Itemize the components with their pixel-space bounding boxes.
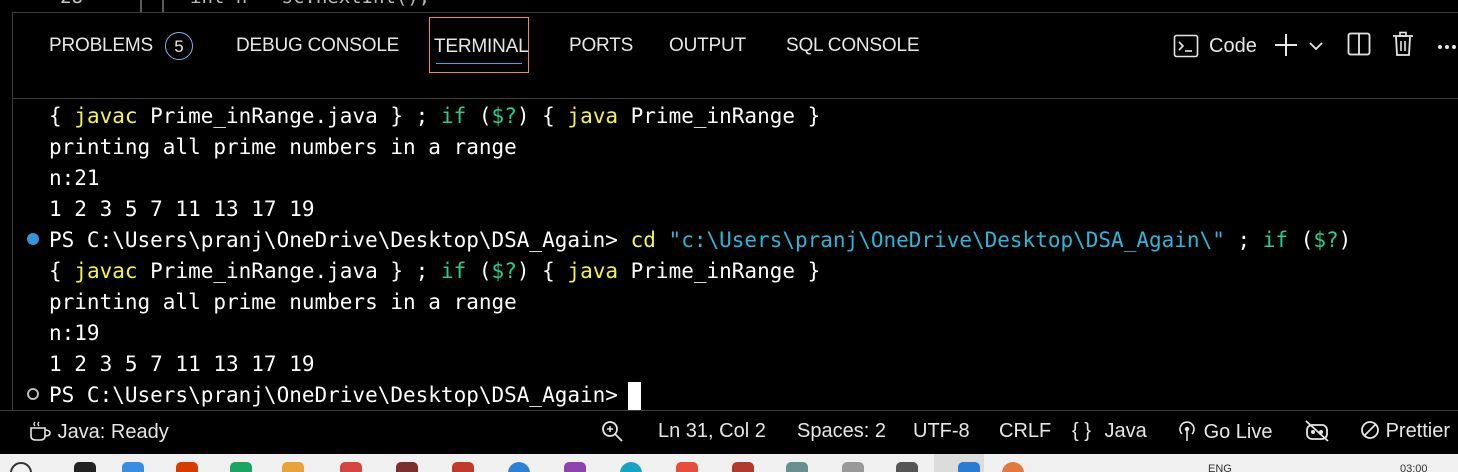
app-icon[interactable]: [508, 462, 530, 472]
app-icon[interactable]: [732, 462, 754, 472]
tab-debug-console[interactable]: DEBUG CONSOLE: [236, 35, 399, 57]
no-entry-icon: [1361, 421, 1379, 439]
editor-indent-guide: [162, 0, 164, 12]
terminal-line: PS C:\Users\pranj\OneDrive\Desktop\DSA_A…: [49, 228, 1352, 252]
panel-tab-bar: PROBLEMS 5 DEBUG CONSOLE TERMINAL PORTS …: [13, 13, 1458, 99]
cursor-position[interactable]: Ln 31, Col 2: [658, 420, 766, 443]
new-terminal-plus-icon[interactable]: [1273, 32, 1299, 58]
shell-label: Code: [1209, 35, 1257, 57]
terminal-prompt-line[interactable]: PS C:\Users\pranj\OneDrive\Desktop\DSA_A…: [49, 380, 641, 410]
coffee-cup-icon: [30, 421, 51, 441]
search-icon[interactable]: [10, 462, 32, 472]
terminal-line: { javac Prime_inRange.java } ; if ($?) {…: [49, 259, 821, 283]
command-pending-decoration-icon[interactable]: [27, 388, 39, 400]
status-bar: Java: Ready Ln 31, Col 2 Spaces: 2 UTF-8…: [0, 410, 1458, 454]
explorer-icon[interactable]: [122, 462, 144, 472]
active-tab-underline: [436, 63, 522, 64]
app-icon[interactable]: [786, 462, 808, 472]
eol-setting[interactable]: CRLF: [999, 420, 1051, 443]
app-icon[interactable]: [620, 462, 642, 472]
app-icon[interactable]: [896, 462, 918, 472]
copilot-disabled-icon[interactable]: [1304, 419, 1330, 443]
tab-output[interactable]: OUTPUT: [669, 35, 746, 57]
terminal-output[interactable]: { javac Prime_inRange.java } ; if ($?) {…: [13, 99, 1458, 410]
task-view-icon[interactable]: [74, 462, 96, 472]
terminal-line: 1 2 3 5 7 11 13 17 19: [49, 197, 315, 221]
input-language[interactable]: ENG: [1208, 463, 1232, 472]
app-icon[interactable]: [176, 462, 198, 472]
chevron-down-icon[interactable]: [1308, 38, 1324, 54]
app-icon[interactable]: [282, 462, 304, 472]
encoding-setting[interactable]: UTF-8: [913, 420, 970, 443]
tab-terminal-label: TERMINAL: [434, 36, 529, 57]
mail-icon[interactable]: [452, 462, 474, 472]
app-icon[interactable]: [1002, 462, 1024, 472]
editor-gutter-divider: [140, 0, 142, 12]
app-icon[interactable]: [842, 462, 864, 472]
command-success-decoration-icon[interactable]: [27, 233, 39, 245]
more-actions-icon[interactable]: [1437, 43, 1457, 51]
chrome-icon[interactable]: [230, 462, 252, 472]
app-icon[interactable]: [676, 462, 698, 472]
braces-icon: { }: [1072, 420, 1091, 442]
windows-taskbar: ENG 03:00: [0, 454, 1458, 472]
tab-problems[interactable]: PROBLEMS: [49, 35, 153, 57]
app-icon[interactable]: [340, 462, 362, 472]
indentation-setting[interactable]: Spaces: 2: [797, 420, 886, 443]
tab-sql-console[interactable]: SQL CONSOLE: [786, 35, 920, 57]
terminal-line: { javac Prime_inRange.java } ; if ($?) {…: [49, 104, 821, 128]
terminal-cursor: [627, 382, 641, 410]
terminal-line: 1 2 3 5 7 11 13 17 19: [49, 352, 315, 376]
terminal-line: n:19: [49, 321, 100, 345]
tab-terminal[interactable]: TERMINAL: [429, 17, 529, 73]
app-icon[interactable]: [564, 462, 586, 472]
trash-icon[interactable]: [1391, 31, 1415, 57]
go-live-button[interactable]: Go Live: [1176, 420, 1273, 444]
prettier-status[interactable]: Prettier: [1360, 420, 1450, 443]
language-label: Java: [1104, 420, 1147, 442]
terminal-shell-selector[interactable]: Code: [1173, 31, 1265, 61]
split-terminal-icon[interactable]: [1347, 32, 1371, 56]
go-live-label: Go Live: [1203, 421, 1273, 443]
tab-ports[interactable]: PORTS: [569, 35, 633, 57]
java-status-label: Java: Ready: [57, 421, 169, 443]
terminal-line: n:21: [49, 166, 100, 190]
clock[interactable]: 03:00: [1400, 463, 1428, 472]
prompt-text: PS C:\Users\pranj\OneDrive\Desktop\DSA_A…: [49, 383, 618, 407]
vscode-icon: [958, 462, 980, 472]
editor-peek: 28 int n = sc.nextInt();: [0, 0, 1458, 12]
terminal-icon: [1173, 34, 1199, 58]
broadcast-icon: [1179, 421, 1195, 441]
terminal-line: printing all prime numbers in a range: [49, 290, 517, 314]
editor-code-line: int n = sc.nextInt();: [190, 0, 430, 8]
prettier-label: Prettier: [1385, 420, 1451, 442]
zoom-search-icon[interactable]: [600, 419, 624, 443]
problems-count-badge: 5: [165, 32, 193, 60]
bottom-panel: PROBLEMS 5 DEBUG CONSOLE TERMINAL PORTS …: [12, 12, 1458, 410]
java-status[interactable]: Java: Ready: [28, 420, 169, 444]
language-mode[interactable]: { } Java: [1072, 420, 1147, 443]
app-icon[interactable]: [396, 462, 418, 472]
terminal-line: printing all prime numbers in a range: [49, 135, 517, 159]
editor-line-number: 28: [60, 0, 83, 8]
